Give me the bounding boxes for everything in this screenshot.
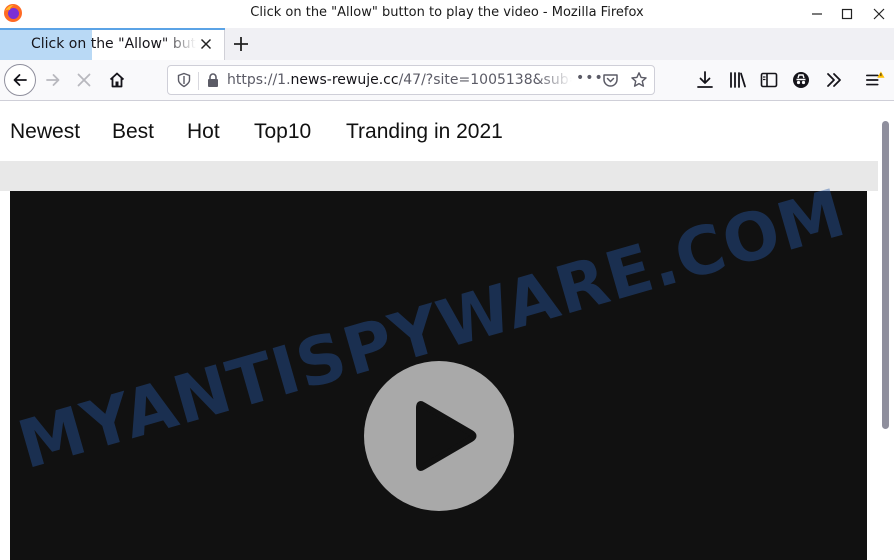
active-tab[interactable]: Click on the "Allow" button to play the … xyxy=(0,28,225,60)
navigation-toolbar: https://1.news-rewuje.cc/47/?site=100513… xyxy=(0,60,894,101)
site-navigation: Newest Best Hot Top10 Tranding in 2021 xyxy=(0,101,878,161)
content-divider xyxy=(0,161,878,191)
maximize-button[interactable] xyxy=(830,0,864,28)
new-tab-icon[interactable] xyxy=(229,32,253,56)
stop-button[interactable] xyxy=(68,64,100,96)
back-button[interactable] xyxy=(4,64,36,96)
nav-link-top10[interactable]: Top10 xyxy=(254,120,311,144)
shield-icon[interactable] xyxy=(176,72,192,88)
forward-button[interactable] xyxy=(37,64,69,96)
address-bar[interactable]: https://1.news-rewuje.cc/47/?site=100513… xyxy=(167,65,655,95)
minimize-icon xyxy=(812,13,822,15)
close-icon xyxy=(873,8,885,20)
page-scrollbar[interactable] xyxy=(878,101,894,560)
page-actions-button[interactable]: ••• xyxy=(576,70,604,86)
nav-link-newest[interactable]: Newest xyxy=(10,120,80,144)
sidebar-icon[interactable] xyxy=(759,70,779,90)
tab-close-icon[interactable] xyxy=(198,36,214,52)
home-icon xyxy=(109,72,125,88)
pocket-icon[interactable] xyxy=(602,72,619,89)
url-path: /47/?site=1005138&sub= xyxy=(398,72,572,88)
download-icon[interactable] xyxy=(695,70,715,90)
lock-icon[interactable] xyxy=(205,72,221,88)
star-icon[interactable] xyxy=(630,71,648,89)
tab-title: Click on the "Allow" button to play the … xyxy=(31,36,196,52)
web-page: Newest Best Hot Top10 Tranding in 2021 xyxy=(0,101,878,560)
scrollbar-thumb[interactable] xyxy=(882,121,889,429)
play-icon xyxy=(416,401,477,471)
stop-icon xyxy=(77,73,91,87)
url-text[interactable]: https://1.news-rewuje.cc/47/?site=100513… xyxy=(227,72,572,88)
back-arrow-icon xyxy=(13,74,27,86)
nav-link-tranding[interactable]: Tranding in 2021 xyxy=(346,120,503,144)
incognito-icon[interactable] xyxy=(791,70,811,90)
video-player[interactable] xyxy=(10,191,867,560)
double-chevron-icon[interactable] xyxy=(824,70,844,90)
url-prefix: https://1. xyxy=(227,72,291,88)
url-separator xyxy=(198,72,199,90)
close-window-button[interactable] xyxy=(862,0,894,28)
nav-link-best[interactable]: Best xyxy=(112,120,154,144)
play-button[interactable] xyxy=(364,361,514,511)
window-title: Click on the "Allow" button to play the … xyxy=(250,5,644,20)
tab-strip: Click on the "Allow" button to play the … xyxy=(0,28,894,60)
home-button[interactable] xyxy=(101,64,133,96)
tab-active-line xyxy=(0,28,225,30)
nav-link-hot[interactable]: Hot xyxy=(187,120,220,144)
hamburger-menu-icon[interactable] xyxy=(865,70,885,90)
forward-arrow-icon xyxy=(46,74,60,86)
maximize-icon xyxy=(841,8,853,20)
title-bar: Click on the "Allow" button to play the … xyxy=(0,0,894,28)
minimize-button[interactable] xyxy=(800,0,834,28)
library-icon[interactable] xyxy=(728,70,748,90)
url-domain: news-rewuje.cc xyxy=(290,72,399,88)
